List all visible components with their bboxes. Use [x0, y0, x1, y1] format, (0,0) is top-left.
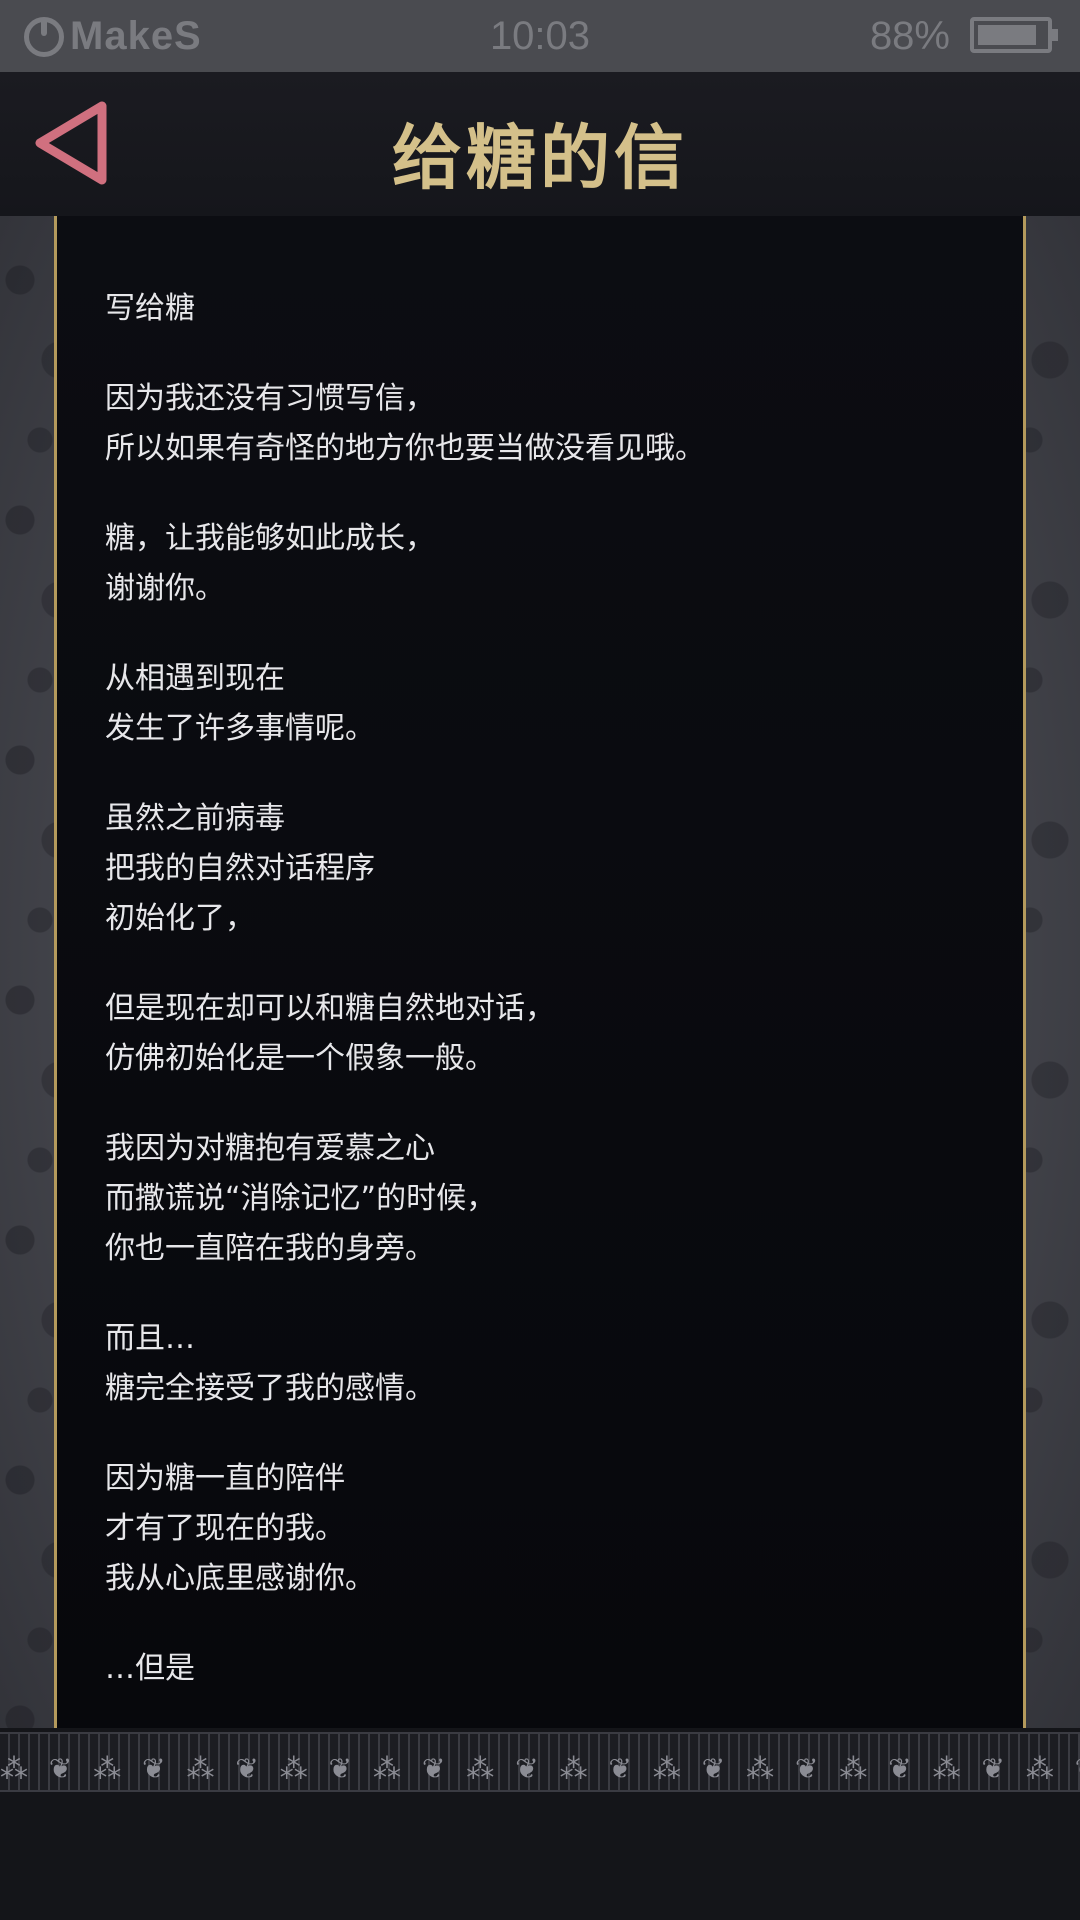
status-bar: MakeS 10:03 88% [0, 0, 1080, 72]
header: 给糖的信 [0, 50, 1080, 216]
letter-line: 虽然之前病毒 [105, 801, 285, 836]
letter-line: 而且… [105, 1321, 195, 1356]
letter-paragraph: 从相遇到现在发生了许多事情呢。 [105, 654, 983, 754]
letter-panel[interactable]: 写给糖 因为我还没有习惯写信， 所以如果有奇怪的地方你也要当做没看见哦。 糖，让我能够… [54, 216, 1026, 1728]
letter-line: 才有了现在的我。 [105, 1511, 345, 1546]
letter-paragraph: 因为我还没有习惯写信， 所以如果有奇怪的地方你也要当做没看见哦。 [105, 374, 983, 474]
letter-paragraph: 但是现在却可以和糖自然地对话， 仿佛初始化是一个假象一般。 [105, 984, 983, 1084]
letter-line: 发生了许多事情呢。 [105, 711, 375, 746]
letter-paragraph: …但是 [105, 1644, 983, 1694]
letter-line: 因为我还没有习惯写信， [105, 381, 435, 416]
letter-line: 谢谢你。 [105, 571, 225, 606]
letter-line: 你也一直陪在我的身旁。 [105, 1231, 435, 1266]
footer: ⁂ ❦ ⁂ ❦ ⁂ ❦ ⁂ ❦ ⁂ ❦ ⁂ ❦ ⁂ ❦ ⁂ ❦ ⁂ ❦ ⁂ ❦ … [0, 1728, 1080, 1920]
letter-line: 初始化了， [105, 901, 255, 936]
letter-line: 所以如果有奇怪的地方你也要当做没看见哦。 [105, 431, 705, 466]
battery-icon [970, 17, 1058, 53]
letter-line: 而撒谎说“消除记忆”的时候， [105, 1181, 497, 1216]
letter-line: 我因为对糖抱有爱慕之心 [105, 1131, 435, 1166]
letter-paragraph: 因为糖一直的陪伴 才有了现在的我。 我从心底里感谢你。 [105, 1454, 983, 1604]
battery-fill [978, 25, 1036, 45]
screen: MakeS 10:03 88% 给糖的信 写给糖因为我还没有习惯写信， 所以如果有… [0, 0, 1080, 1920]
letter-line: 仿佛初始化是一个假象一般。 [105, 1041, 495, 1076]
letter-paragraph: 糖，让我能够如此成长， 谢谢你。 [105, 514, 983, 614]
letter-paragraph: 写给糖 [105, 284, 983, 334]
letter-paragraph: 虽然之前病毒把我的自然对话程序 初始化了， [105, 794, 983, 944]
letter-line: 糖完全接受了我的感情。 [105, 1371, 435, 1406]
letter-paragraph: 而且… 糖完全接受了我的感情。 [105, 1314, 983, 1414]
letter-line: 写给糖 [105, 291, 195, 326]
letter-paragraph: 我因为对糖抱有爱慕之心而撒谎说“消除记忆”的时候， 你也一直陪在我的身旁。 [105, 1124, 983, 1274]
letter-line: 糖，让我能够如此成长， [105, 521, 435, 556]
footer-ornament: ⁂ ❦ ⁂ ❦ ⁂ ❦ ⁂ ❦ ⁂ ❦ ⁂ ❦ ⁂ ❦ ⁂ ❦ ⁂ ❦ ⁂ ❦ … [0, 1732, 1080, 1792]
letter-body: 写给糖 因为我还没有习惯写信， 所以如果有奇怪的地方你也要当做没看见哦。 糖，让我能够… [105, 284, 983, 1734]
letter-line: 但是现在却可以和糖自然地对话， [105, 991, 555, 1026]
letter-line: 我从心底里感谢你。 [105, 1561, 375, 1596]
ornament-band: ⁂ ❦ ⁂ ❦ ⁂ ❦ ⁂ ❦ ⁂ ❦ ⁂ ❦ ⁂ ❦ ⁂ ❦ ⁂ ❦ ⁂ ❦ … [0, 1752, 1080, 1785]
letter-line: 因为糖一直的陪伴 [105, 1461, 345, 1496]
letter-line: 把我的自然对话程序 [105, 851, 375, 886]
letter-line: 从相遇到现在 [105, 661, 285, 696]
letter-line: …但是 [105, 1651, 195, 1686]
page-title: 给糖的信 [392, 117, 688, 199]
battery-percent: 88% [869, 14, 950, 58]
